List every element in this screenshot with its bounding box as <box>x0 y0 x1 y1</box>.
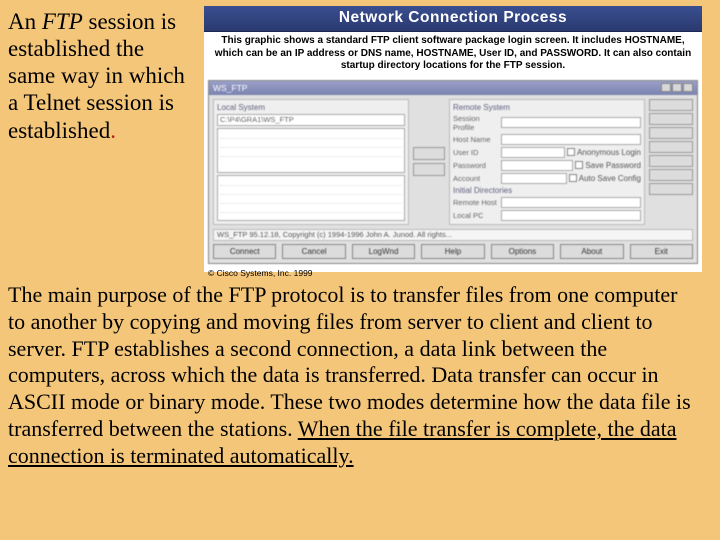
local-dir-list[interactable] <box>217 128 405 174</box>
intro-period: . <box>110 118 116 143</box>
bottom-button-row: Connect Cancel LogWnd Help Options About… <box>209 241 697 263</box>
list-item[interactable] <box>220 148 402 157</box>
minimize-button[interactable] <box>661 83 671 92</box>
transfer-buttons <box>413 99 445 225</box>
side-button[interactable] <box>649 141 693 153</box>
remote-panel-title: Remote System <box>453 103 641 112</box>
slide: An FTP session is established the same w… <box>0 0 720 540</box>
autosave-checkbox[interactable] <box>569 174 577 182</box>
autosave-label: Auto Save Config <box>579 174 641 183</box>
app-titlebar: WS_FTP <box>209 81 697 95</box>
transfer-left-button[interactable] <box>413 147 445 160</box>
anon-label: Anonymous Login <box>577 148 641 157</box>
close-button[interactable] <box>683 83 693 92</box>
intro-line1-post: session <box>83 9 155 34</box>
user-label: User ID <box>453 148 499 157</box>
side-button[interactable] <box>649 127 693 139</box>
remotedir-label: Remote Host <box>453 198 499 207</box>
intro-ftp-italic: FTP <box>42 9 83 34</box>
app-body: Local System C:\P4\GRA1\WS_FTP <box>209 95 697 229</box>
status-bar: WS_FTP 95.12.18, Copyright (c) 1994-1996… <box>213 229 693 241</box>
side-button[interactable] <box>649 99 693 111</box>
acct-input[interactable] <box>501 173 567 184</box>
side-button[interactable] <box>649 155 693 167</box>
connect-button[interactable]: Connect <box>213 244 276 259</box>
ftp-app-window: WS_FTP Local System C:\P4\GRA1\WS_FTP <box>208 80 698 264</box>
initdir-label: Initial Directories <box>453 186 641 195</box>
main-paragraph: The main purpose of the FTP protocol is … <box>6 282 702 470</box>
anon-checkbox[interactable] <box>567 148 575 156</box>
exit-button[interactable]: Exit <box>630 244 693 259</box>
local-file-list[interactable] <box>217 175 405 221</box>
localdir-label: Local PC <box>453 211 499 220</box>
pass-row: Password Save Password <box>453 160 641 171</box>
local-panel: Local System C:\P4\GRA1\WS_FTP <box>213 99 409 225</box>
cancel-button[interactable]: Cancel <box>282 244 345 259</box>
list-item[interactable] <box>220 186 402 195</box>
side-buttons <box>649 99 693 225</box>
remotedir-row: Remote Host <box>453 197 641 208</box>
list-item[interactable] <box>220 195 402 204</box>
remotedir-input[interactable] <box>501 197 641 208</box>
options-button[interactable]: Options <box>491 244 554 259</box>
list-item[interactable] <box>220 177 402 186</box>
pass-label: Password <box>453 161 499 170</box>
list-item[interactable] <box>220 139 402 148</box>
intro-line1-pre: An <box>8 9 42 34</box>
user-row: User ID Anonymous Login <box>453 147 641 158</box>
acct-row: Account Auto Save Config <box>453 173 641 184</box>
about-button[interactable]: About <box>560 244 623 259</box>
local-panel-title: Local System <box>217 103 405 112</box>
figure-copyright: © Cisco Systems, Inc. 1999 <box>204 266 702 278</box>
profile-input[interactable] <box>501 117 641 128</box>
localdir-input[interactable] <box>501 210 641 221</box>
side-button[interactable] <box>649 183 693 195</box>
acct-label: Account <box>453 174 499 183</box>
savepw-label: Save Password <box>585 161 641 170</box>
maximize-button[interactable] <box>672 83 682 92</box>
pass-input[interactable] <box>501 160 573 171</box>
figure-banner: Network Connection Process <box>204 6 702 32</box>
help-button[interactable]: Help <box>421 244 484 259</box>
list-item[interactable] <box>220 204 402 213</box>
window-controls <box>661 83 693 92</box>
figure: Network Connection Process This graphic … <box>204 6 702 272</box>
host-row: Host Name <box>453 134 641 145</box>
host-input[interactable] <box>501 134 641 145</box>
remote-panel: Remote System Session Profile Host Name … <box>449 99 645 225</box>
localdir-row: Local PC <box>453 210 641 221</box>
local-path[interactable]: C:\P4\GRA1\WS_FTP <box>217 114 405 126</box>
list-item[interactable] <box>220 130 402 139</box>
side-button[interactable] <box>649 169 693 181</box>
top-row: An FTP session is established the same w… <box>6 6 702 272</box>
profile-row: Session Profile <box>453 114 641 132</box>
figure-caption: This graphic shows a standard FTP client… <box>204 32 702 78</box>
user-input[interactable] <box>501 147 565 158</box>
side-button[interactable] <box>649 113 693 125</box>
app-title: WS_FTP <box>213 83 247 93</box>
intro-text: An FTP session is established the same w… <box>6 6 196 144</box>
transfer-right-button[interactable] <box>413 163 445 176</box>
savepw-checkbox[interactable] <box>575 161 583 169</box>
profile-label: Session Profile <box>453 114 499 132</box>
host-label: Host Name <box>453 135 499 144</box>
logwnd-button[interactable]: LogWnd <box>352 244 415 259</box>
